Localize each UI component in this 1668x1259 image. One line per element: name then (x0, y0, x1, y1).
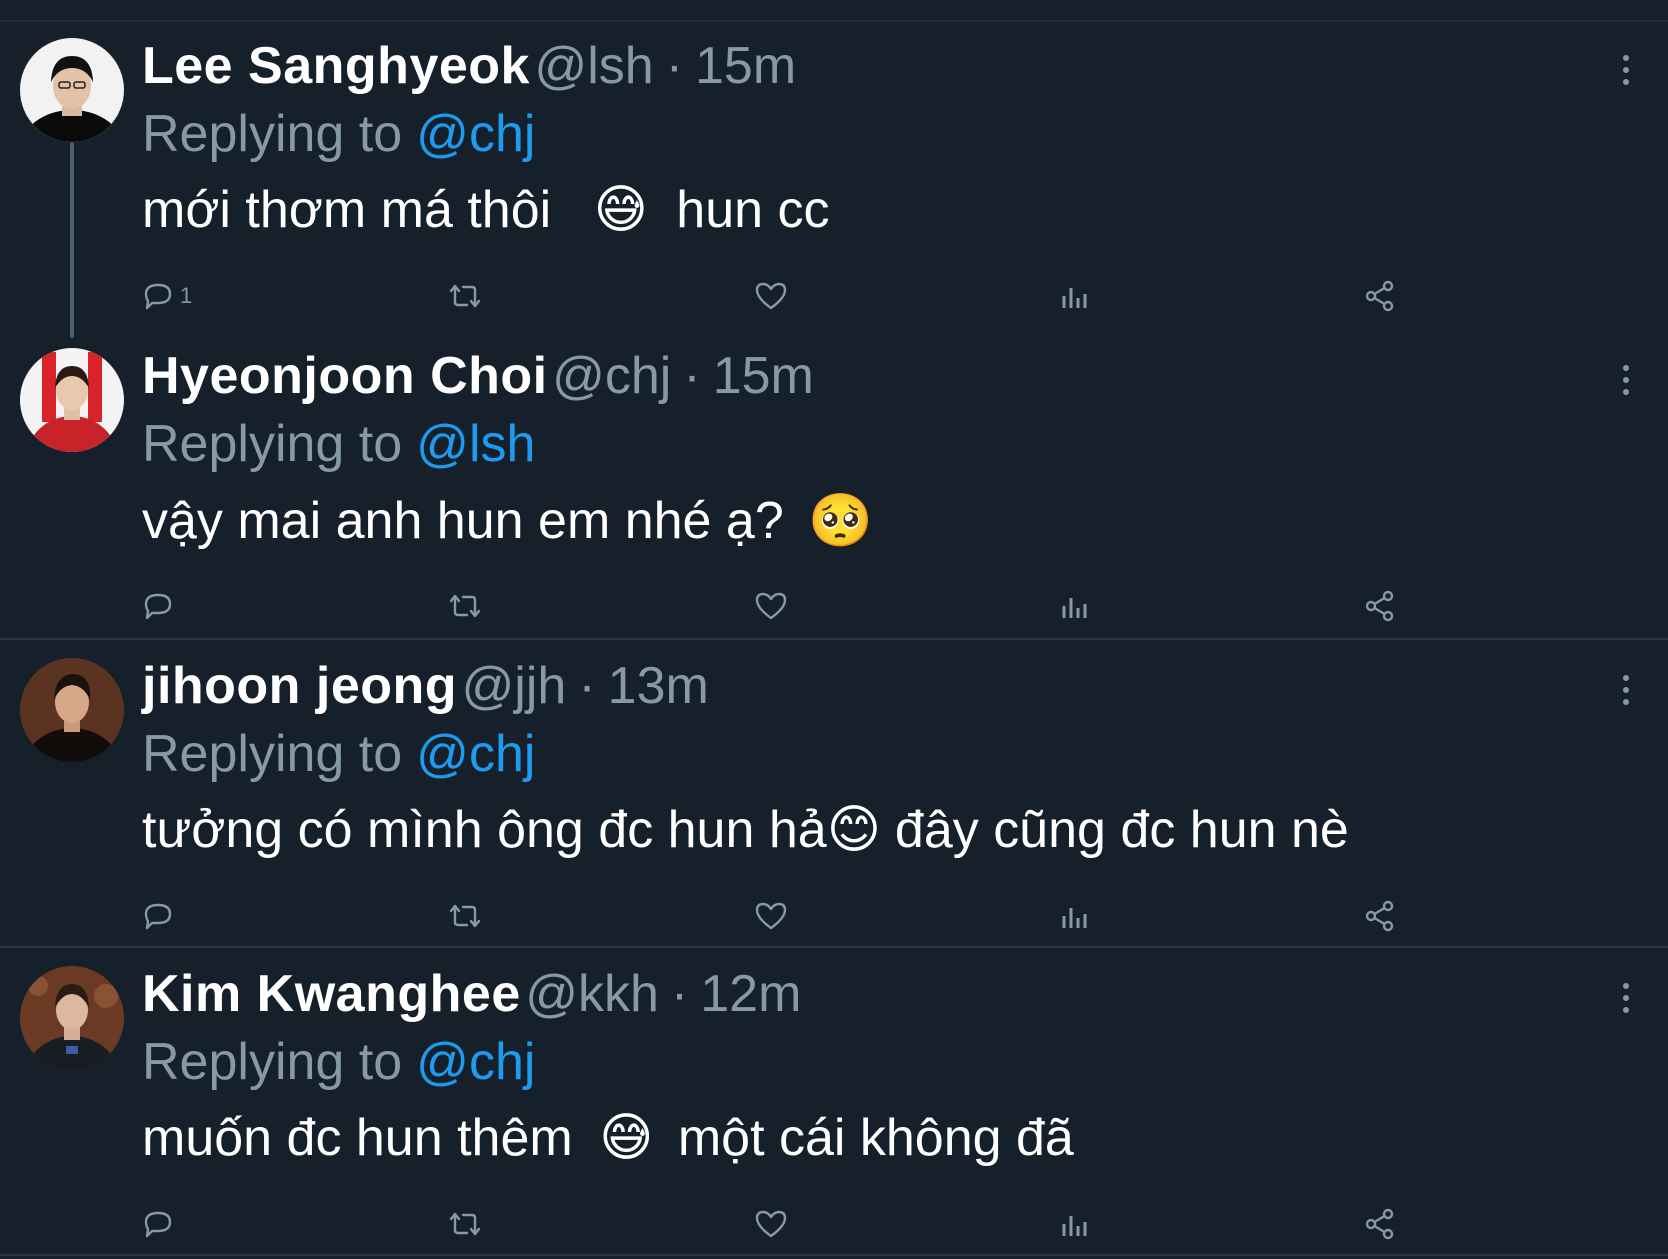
user-handle[interactable]: @kkh (525, 965, 659, 1023)
avatar[interactable] (20, 38, 124, 142)
mention-link[interactable]: @lsh (416, 415, 535, 473)
tweet-header: Hyeonjoon Choi @chj · 15m (142, 346, 814, 416)
replying-to-line: Replying to @chj (142, 724, 535, 784)
avatar[interactable] (20, 966, 124, 1070)
share-button[interactable] (1364, 1204, 1396, 1244)
reply-timeline: Lee Sanghyeok @lsh · 15m Replying to @chj m… (0, 0, 1668, 1259)
separator-dot: · (665, 37, 684, 95)
timestamp[interactable]: 15m (713, 347, 814, 405)
views-icon (1062, 598, 1087, 618)
retweet-icon (449, 1212, 481, 1236)
replying-to-line: Replying to @chj (142, 1032, 535, 1092)
tweet-text: mới thơm má thôi 😅 hun cc (142, 180, 830, 240)
tweet-text: tưởng có mình ông đc hun hả😊 đây cũng đc … (142, 800, 1349, 860)
tweet-text-part: hun cc (676, 181, 830, 239)
tweet[interactable]: Kim Kwanghee @kkh · 12m Replying to @chj mu… (0, 928, 1668, 1256)
retweet-button[interactable] (446, 1204, 484, 1244)
separator-dot: · (578, 657, 596, 715)
display-name[interactable]: Kim Kwanghee (142, 965, 521, 1023)
tweet-text-part: mới thơm má thôi (142, 181, 552, 239)
share-icon (1365, 590, 1394, 622)
more-icon[interactable] (1620, 672, 1632, 708)
tweet-divider (0, 1254, 1668, 1256)
tweet-header: jihoon jeong @jjh · 13m (142, 656, 709, 726)
timestamp[interactable]: 15m (695, 37, 796, 95)
tweet-text-part: muốn đc hun thêm (142, 1109, 573, 1167)
tweet-text-part: đây cũng đc hun nè (894, 801, 1349, 859)
emoji: 😅 (593, 181, 648, 239)
user-handle[interactable]: @lsh (534, 37, 653, 95)
replying-to-line: Replying to @chj (142, 104, 535, 164)
replying-to-line: Replying to @lsh (142, 414, 535, 474)
avatar[interactable] (20, 348, 124, 452)
replying-to-label: Replying to (142, 1033, 403, 1091)
reply-icon (144, 593, 172, 620)
like-icon (755, 282, 787, 310)
views-icon (1062, 1216, 1087, 1236)
separator-dot: · (670, 965, 689, 1023)
timestamp[interactable]: 13m (608, 657, 709, 715)
emoji: 😅 (599, 1109, 654, 1167)
timestamp[interactable]: 12m (700, 965, 801, 1023)
reply-button[interactable] (142, 1204, 174, 1244)
tweet-actions (142, 1204, 1402, 1244)
views-button[interactable] (1060, 1204, 1090, 1244)
avatar[interactable] (20, 658, 124, 762)
reply-icon (144, 1211, 172, 1238)
display-name[interactable]: jihoon jeong (142, 657, 457, 715)
views-icon (1062, 288, 1087, 308)
like-button[interactable] (754, 1204, 788, 1244)
tweet-text-part: một cái không đã (677, 1109, 1074, 1167)
mention-link[interactable]: @chj (416, 1033, 535, 1091)
replying-to-label: Replying to (142, 105, 403, 163)
user-handle[interactable]: @chj (552, 347, 671, 405)
more-icon[interactable] (1620, 362, 1632, 398)
tweet-text-part: vậy mai anh hun em nhé ạ? (142, 492, 784, 550)
display-name[interactable]: Hyeonjoon Choi (142, 347, 548, 405)
tweet-header: Lee Sanghyeok @lsh · 15m (142, 36, 796, 106)
reply-count: 1 (180, 283, 193, 308)
emoji: 😊 (826, 801, 881, 859)
more-icon[interactable] (1620, 52, 1632, 88)
retweet-icon (449, 594, 481, 618)
tweet[interactable]: Lee Sanghyeok @lsh · 15m Replying to @chj m… (0, 0, 1668, 320)
tweet[interactable]: jihoon jeong @jjh · 13m Replying to @chj tư… (0, 620, 1668, 948)
tweet-text: muốn đc hun thêm 😅 một cái không đã (142, 1108, 1074, 1168)
retweet-icon (449, 284, 481, 308)
replying-to-label: Replying to (142, 725, 403, 783)
mention-link[interactable]: @chj (416, 725, 535, 783)
display-name[interactable]: Lee Sanghyeok (142, 37, 530, 95)
more-icon[interactable] (1620, 980, 1632, 1016)
tweet[interactable]: Hyeonjoon Choi @chj · 15m Replying to @lsh … (0, 310, 1668, 638)
share-icon (1365, 1208, 1394, 1240)
emoji: 🥺 (808, 492, 873, 550)
like-icon (755, 1210, 787, 1238)
tweet-header: Kim Kwanghee @kkh · 12m (142, 964, 801, 1034)
separator-dot: · (683, 347, 701, 405)
like-icon (755, 592, 787, 620)
user-handle[interactable]: @jjh (462, 657, 567, 715)
replying-to-label: Replying to (142, 415, 403, 473)
tweet-text-part: tưởng có mình ông đc hun hả (142, 801, 827, 859)
tweet-text: vậy mai anh hun em nhé ạ? 🥺 (142, 490, 873, 551)
share-icon (1365, 280, 1394, 312)
reply-icon (144, 283, 172, 310)
mention-link[interactable]: @chj (416, 105, 535, 163)
